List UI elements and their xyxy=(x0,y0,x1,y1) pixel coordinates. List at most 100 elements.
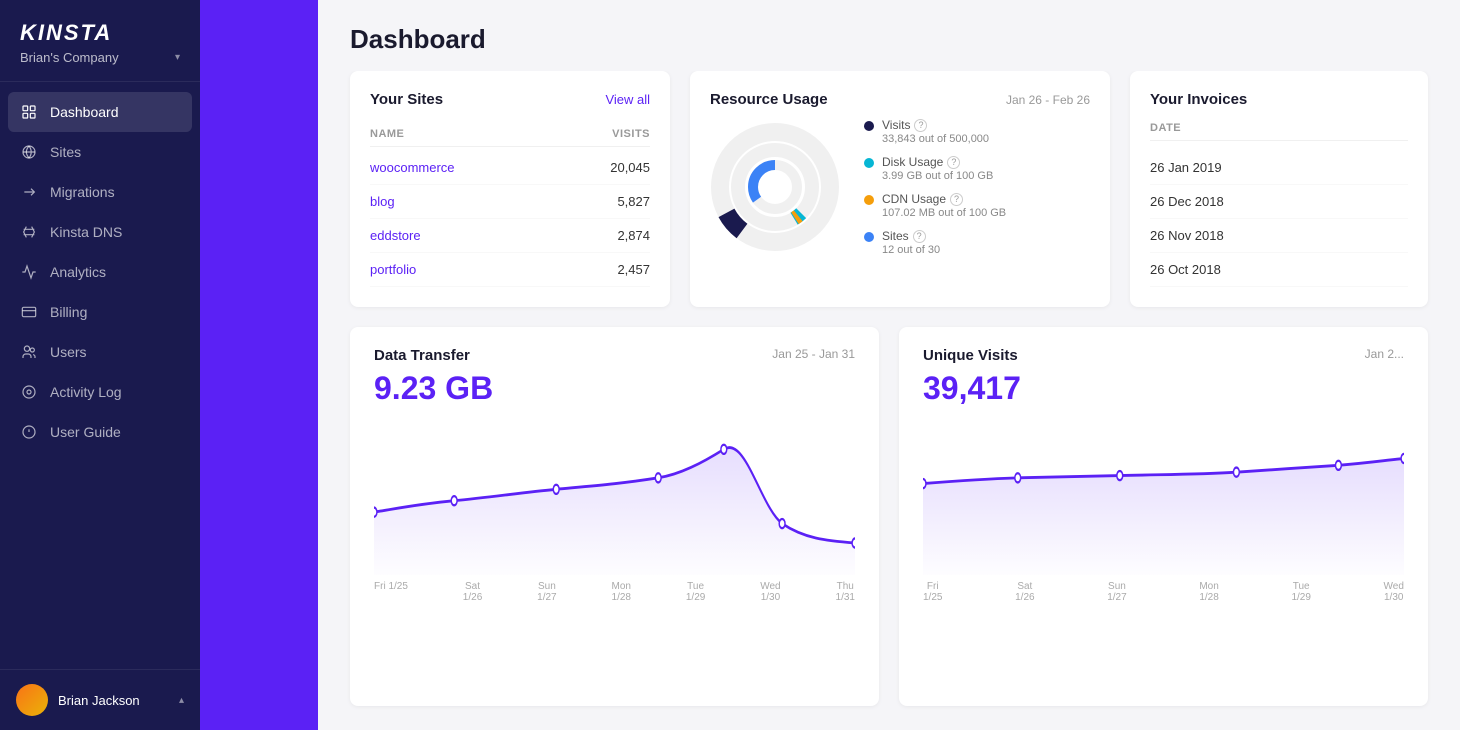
data-transfer-header: Data Transfer Jan 25 - Jan 31 xyxy=(374,347,855,364)
sites-dot xyxy=(864,232,874,242)
site-visits-0: 20,045 xyxy=(610,160,650,175)
table-row: blog 5,827 xyxy=(370,185,650,219)
sidebar-item-users[interactable]: Users xyxy=(0,332,200,372)
legend-label-row: Visits ? xyxy=(882,118,989,132)
sidebar-item-label-dashboard: Dashboard xyxy=(50,104,119,120)
sidebar-item-sites[interactable]: Sites xyxy=(0,132,200,172)
cdn-info-icon[interactable]: ? xyxy=(950,193,963,206)
unique-visits-title: Unique Visits xyxy=(923,347,1018,364)
disk-dot xyxy=(864,158,874,168)
sidebar-item-label-billing: Billing xyxy=(50,304,87,320)
visits-dot xyxy=(864,121,874,131)
data-transfer-value: 9.23 GB xyxy=(374,370,855,407)
invoice-row-0[interactable]: 26 Jan 2019 xyxy=(1150,151,1408,185)
visits-info-icon[interactable]: ? xyxy=(914,119,927,132)
legend-text-visits: Visits ? 33,843 out of 500,000 xyxy=(882,118,989,145)
unique-visits-card: Unique Visits Jan 2... 39,417 xyxy=(899,327,1428,706)
x-label-6: Thu1/31 xyxy=(836,581,855,603)
data-transfer-x-axis: Fri 1/25 Sat1/26 Sun1/27 Mon1/28 Tue1/29… xyxy=(374,575,855,603)
sidebar-item-analytics[interactable]: Analytics xyxy=(0,252,200,292)
site-name-2[interactable]: eddstore xyxy=(370,228,421,243)
site-name-3[interactable]: portfolio xyxy=(370,262,416,277)
data-transfer-date: Jan 25 - Jan 31 xyxy=(772,347,855,361)
avatar xyxy=(16,684,48,716)
company-selector[interactable]: Brian's Company ▾ xyxy=(20,50,180,65)
cdn-label: CDN Usage xyxy=(882,192,946,206)
col-name-label: NAME xyxy=(370,128,404,140)
sidebar-item-activity-log[interactable]: Activity Log xyxy=(0,372,200,412)
legend-text-sites: Sites ? 12 out of 30 xyxy=(882,229,940,256)
x-label-3: Mon1/28 xyxy=(612,581,631,603)
sites-card-title: Your Sites xyxy=(370,91,443,108)
legend-item-sites: Sites ? 12 out of 30 xyxy=(864,229,1006,256)
disk-info-icon[interactable]: ? xyxy=(947,156,960,169)
unique-visits-x-axis: Fri1/25 Sat1/26 Sun1/27 Mon1/28 Tue1/29 … xyxy=(923,575,1404,603)
x-label-4: Tue1/29 xyxy=(686,581,705,603)
sidebar-item-billing[interactable]: Billing xyxy=(0,292,200,332)
sites-table-header: NAME VISITS xyxy=(370,122,650,147)
migrations-icon xyxy=(20,183,38,201)
visits-value: 33,843 out of 500,000 xyxy=(882,133,989,145)
cdn-dot xyxy=(864,195,874,205)
sidebar-item-label-user-guide: User Guide xyxy=(50,424,121,440)
donut-chart xyxy=(710,122,840,252)
invoice-col-header: DATE xyxy=(1150,122,1408,141)
table-row: portfolio 2,457 xyxy=(370,253,650,287)
sidebar-item-user-guide[interactable]: User Guide xyxy=(0,412,200,452)
site-visits-3: 2,457 xyxy=(617,262,650,277)
company-name-label: Brian's Company xyxy=(20,50,119,65)
uv-x-label-2: Sun1/27 xyxy=(1107,581,1126,603)
sites-info-icon[interactable]: ? xyxy=(913,230,926,243)
legend-item-cdn: CDN Usage ? 107.02 MB out of 100 GB xyxy=(864,192,1006,219)
table-row: eddstore 2,874 xyxy=(370,219,650,253)
dashboard-icon xyxy=(20,103,38,121)
user-menu[interactable]: Brian Jackson ▴ xyxy=(0,669,200,730)
sidebar-item-label-migrations: Migrations xyxy=(50,184,115,200)
view-all-link[interactable]: View all xyxy=(605,92,650,107)
site-name-0[interactable]: woocommerce xyxy=(370,160,455,175)
x-label-0: Fri 1/25 xyxy=(374,581,408,603)
users-icon xyxy=(20,343,38,361)
resource-date-range: Jan 26 - Feb 26 xyxy=(1006,93,1090,107)
unique-visits-date: Jan 2... xyxy=(1365,347,1404,361)
site-visits-2: 2,874 xyxy=(617,228,650,243)
resource-content: Visits ? 33,843 out of 500,000 Disk Usag… xyxy=(710,118,1090,256)
invoice-row-3[interactable]: 26 Oct 2018 xyxy=(1150,253,1408,287)
disk-value: 3.99 GB out of 100 GB xyxy=(882,170,993,182)
data-transfer-chart xyxy=(374,415,855,575)
sites-list: woocommerce 20,045 blog 5,827 eddstore 2… xyxy=(370,151,650,287)
legend-text-cdn: CDN Usage ? 107.02 MB out of 100 GB xyxy=(882,192,1006,219)
invoice-row-1[interactable]: 26 Dec 2018 xyxy=(1150,185,1408,219)
sidebar-item-label-users: Users xyxy=(50,344,87,360)
bottom-row: Data Transfer Jan 25 - Jan 31 9.23 GB xyxy=(350,327,1428,706)
page-header: Dashboard xyxy=(318,0,1460,71)
legend-label-row: Disk Usage ? xyxy=(882,155,993,169)
kinsta-dns-icon xyxy=(20,223,38,241)
legend-item-disk: Disk Usage ? 3.99 GB out of 100 GB xyxy=(864,155,1006,182)
dashboard-grid: Your Sites View all NAME VISITS woocomme… xyxy=(318,71,1460,730)
uv-x-label-4: Tue1/29 xyxy=(1291,581,1310,603)
resource-card-title: Resource Usage xyxy=(710,91,828,108)
sidebar-item-dashboard[interactable]: Dashboard xyxy=(8,92,192,132)
analytics-icon xyxy=(20,263,38,281)
activity-log-icon xyxy=(20,383,38,401)
site-name-1[interactable]: blog xyxy=(370,194,395,209)
x-label-1: Sat1/26 xyxy=(463,581,482,603)
site-visits-1: 5,827 xyxy=(617,194,650,209)
user-menu-chevron-icon: ▴ xyxy=(179,695,184,706)
sidebar-item-kinsta-dns[interactable]: Kinsta DNS xyxy=(0,212,200,252)
x-label-5: Wed1/30 xyxy=(760,581,780,603)
sidebar-item-migrations[interactable]: Migrations xyxy=(0,172,200,212)
sites-card: Your Sites View all NAME VISITS woocomme… xyxy=(350,71,670,307)
invoice-row-2[interactable]: 26 Nov 2018 xyxy=(1150,219,1408,253)
page-title: Dashboard xyxy=(350,24,1428,55)
legend-item-visits: Visits ? 33,843 out of 500,000 xyxy=(864,118,1006,145)
sidebar: KINSTA Brian's Company ▾ Dashboard Sites xyxy=(0,0,200,730)
legend-text-disk: Disk Usage ? 3.99 GB out of 100 GB xyxy=(882,155,993,182)
uv-x-label-0: Fri1/25 xyxy=(923,581,942,603)
invoices-card: Your Invoices DATE 26 Jan 2019 26 Dec 20… xyxy=(1130,71,1428,307)
sites-card-header: Your Sites View all xyxy=(370,91,650,108)
legend-label-row: CDN Usage ? xyxy=(882,192,1006,206)
cdn-value: 107.02 MB out of 100 GB xyxy=(882,207,1006,219)
uv-x-label-5: Wed1/30 xyxy=(1384,581,1404,603)
